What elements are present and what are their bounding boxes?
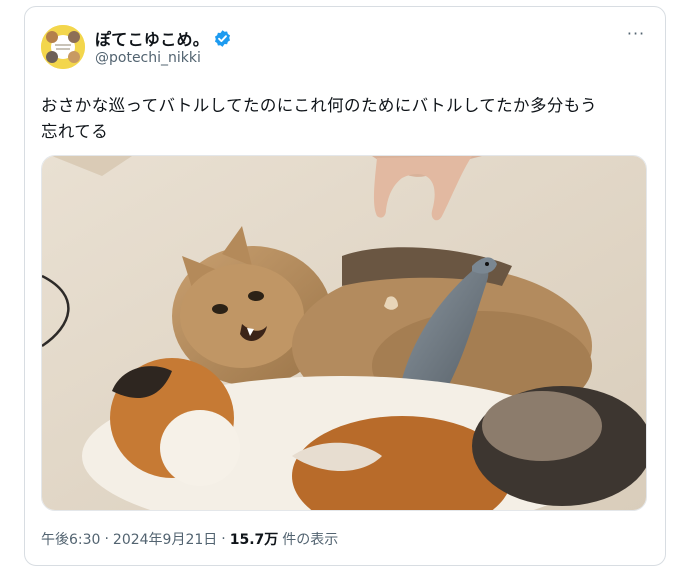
author-names: ぽてこゆこめ。 @potechi_nikki xyxy=(95,27,232,66)
tweet-meta: 午後6:30 · 2024年9月21日 · 15.7万 件の表示 xyxy=(41,529,338,549)
avatar-image xyxy=(41,25,85,69)
tweet-card[interactable]: ぽてこゆこめ。 @potechi_nikki ··· おさかな巡ってバトルしてた… xyxy=(24,6,666,566)
tweet-time[interactable]: 午後6:30 xyxy=(41,529,100,549)
meta-separator: · xyxy=(221,531,226,547)
photo-cats-with-fish-toy xyxy=(42,156,646,510)
tweet-header: ぽてこゆこめ。 @potechi_nikki ··· xyxy=(41,25,649,71)
more-options-icon[interactable]: ··· xyxy=(625,26,647,49)
tweet-photo[interactable] xyxy=(41,155,647,511)
views-label: 件の表示 xyxy=(282,532,339,548)
display-name[interactable]: ぽてこゆこめ。 xyxy=(95,26,209,50)
user-handle[interactable]: @potechi_nikki xyxy=(95,50,232,66)
tweet-date[interactable]: 2024年9月21日 xyxy=(113,529,217,549)
tweet-text-line-2: 忘れてる xyxy=(41,122,109,141)
tweet-text-line-1: おさかな巡ってバトルしてたのにこれ何のためにバトルしてたか多分もう xyxy=(41,96,598,115)
meta-separator: · xyxy=(104,531,109,547)
views-count: 15.7万 xyxy=(229,532,279,548)
avatar[interactable] xyxy=(41,25,85,69)
tweet-text: おさかな巡ってバトルしてたのにこれ何のためにバトルしてたか多分もう 忘れてる xyxy=(41,93,647,145)
verified-badge-icon xyxy=(213,29,232,48)
